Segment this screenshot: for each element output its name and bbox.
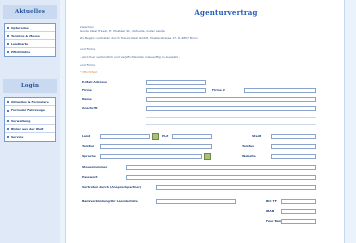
land-select[interactable] <box>100 134 150 139</box>
label-passwort: Passwort <box>82 175 98 179</box>
sidebar-item[interactable]: Landkarte <box>5 40 55 48</box>
bic-field[interactable] <box>281 199 316 204</box>
sidebar-item[interactable]: Verwaltung <box>5 117 55 125</box>
agreement-line: und Firma <box>80 47 95 51</box>
fuer-bank-field[interactable] <box>281 219 316 224</box>
name-field[interactable] <box>146 97 316 102</box>
label-bic: BIC TF <box>266 199 277 203</box>
label-iban: IBAN <box>266 209 275 213</box>
anschrift-field[interactable] <box>146 106 316 111</box>
sidebar-group-news: Opteredes Termine & Messe Landkarte Pfli… <box>4 23 56 57</box>
main-content: Agenturvertrag zwischen Guide Ideal Trav… <box>65 0 345 243</box>
intro-line: Guide Ideal Travel, Fr. Musteer St., Akt… <box>80 29 165 33</box>
plz-field[interactable] <box>172 134 212 139</box>
agreement-note: - wird fuer verbindlich und verpflichten… <box>80 55 181 59</box>
sidebar-item[interactable]: Termine & Messe <box>5 32 55 40</box>
divider <box>146 117 316 118</box>
vertreten-field[interactable] <box>156 185 316 190</box>
sidebar-item[interactable]: Aktuelles & Formulare <box>5 98 55 106</box>
page-title: Agenturvertrag <box>194 8 258 17</box>
label-vertreten: Vertreten durch (Ansprechpartner) <box>82 185 142 189</box>
sidebar-item[interactable]: Service <box>5 133 55 141</box>
iban-field[interactable] <box>281 209 316 214</box>
label-stadt: Stadt <box>252 134 262 138</box>
sidebar-header-login: Login <box>3 79 57 93</box>
sidebar: Aktuelles Opteredes Termine & Messe Land… <box>0 0 60 243</box>
label-website: Website <box>242 154 256 158</box>
label-land: Land <box>82 134 91 138</box>
firma2-field[interactable] <box>244 88 316 93</box>
intro-line: Zu Beginn vertreten durch Travel Ideal G… <box>80 36 198 40</box>
divider <box>146 124 316 125</box>
label-sprache: Sprache <box>82 154 96 158</box>
passwort-field[interactable] <box>126 175 316 180</box>
website-field[interactable] <box>271 154 316 159</box>
and-line: und Firma <box>80 63 95 67</box>
email-field[interactable] <box>146 80 206 85</box>
telefax-field[interactable] <box>271 144 316 149</box>
steuernummer-field[interactable] <box>126 165 316 170</box>
label-firma: Firma <box>82 88 92 92</box>
sidebar-header-news: Aktuelles <box>3 5 57 19</box>
firma-field[interactable] <box>146 88 206 93</box>
sprache-select[interactable] <box>100 154 202 159</box>
sidebar-group-login: Aktuelles & Formulare Formular Fahrzeuge… <box>4 97 56 142</box>
sidebar-item[interactable]: Formular Fahrzeuge <box>5 106 55 117</box>
bankverbindung-field[interactable] <box>156 199 236 204</box>
sidebar-item[interactable]: Opteredes <box>5 24 55 32</box>
land-dropdown-button[interactable] <box>152 133 159 140</box>
required-note: * Pflichtfeld <box>80 70 98 74</box>
label-telefon: Telefon <box>82 144 95 148</box>
label-name: Name <box>82 97 92 101</box>
label-bankverbindung: Bankverbindung/Ihr Laenderliste <box>82 199 138 203</box>
label-firma2: Firma 2 <box>212 88 225 92</box>
telefon-field[interactable] <box>100 144 212 149</box>
label-steuernummer: Steuernummer <box>82 165 108 169</box>
stadt-field[interactable] <box>271 134 316 139</box>
label-telefax: Telefax <box>242 144 255 148</box>
sidebar-item[interactable]: Bilder aus der Welt <box>5 125 55 133</box>
sidebar-item[interactable]: Pflichtinfos <box>5 48 55 56</box>
label-anschrift: Anschrift <box>82 106 98 110</box>
sprache-dropdown-button[interactable] <box>204 153 211 160</box>
label-email: E-Mail Adresse <box>82 80 107 84</box>
label-plz: PLZ <box>162 134 169 138</box>
